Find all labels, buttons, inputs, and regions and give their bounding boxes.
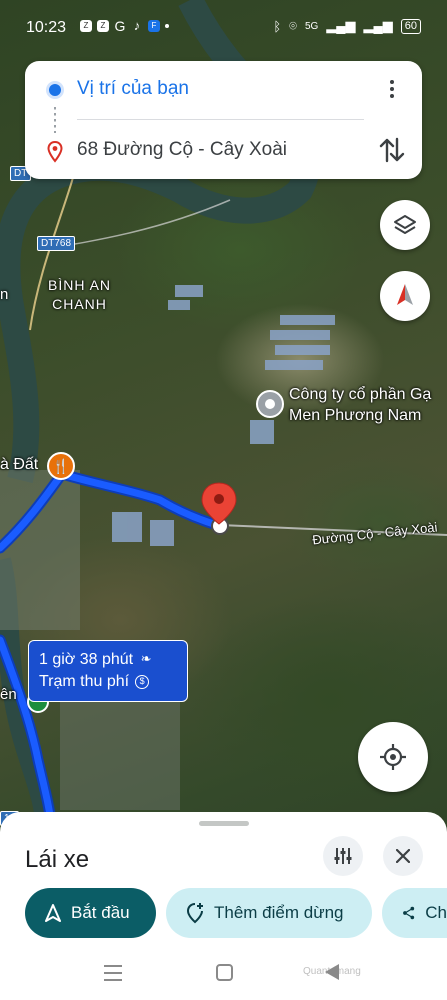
close-icon bbox=[396, 849, 410, 863]
destination-pin-icon bbox=[47, 141, 63, 163]
tune-icon bbox=[334, 848, 352, 864]
zalo-icon: Z bbox=[97, 20, 109, 32]
origin-dot-icon bbox=[49, 84, 61, 96]
road-badge: DT768 bbox=[37, 236, 76, 251]
travel-mode-title: Lái xe bbox=[25, 846, 90, 873]
add-stop-button[interactable]: Thêm điểm dừng bbox=[166, 888, 372, 938]
share-label: Ch bbox=[425, 903, 447, 922]
town-area bbox=[0, 470, 80, 630]
close-button[interactable] bbox=[383, 836, 423, 876]
start-label: Bắt đầu bbox=[71, 903, 130, 922]
bluetooth-icon: ᛒ bbox=[273, 18, 282, 34]
origin-input[interactable]: Vị trí của bạn bbox=[77, 78, 189, 100]
area-label: BÌNH AN CHANH bbox=[48, 277, 112, 312]
toll-icon: $ bbox=[135, 675, 150, 689]
compass-button[interactable] bbox=[380, 271, 430, 321]
share-button[interactable]: Ch bbox=[382, 888, 447, 938]
route-info-bubble[interactable]: 1 giờ 38 phút ❧ Trạm thu phí $ bbox=[28, 640, 188, 702]
tiktok-icon: ♪ bbox=[133, 18, 141, 33]
directions-card: Vị trí của bạn 68 Đường Cộ - Cây Xoài bbox=[25, 61, 422, 179]
notification-icons: Z Z G ♪ F bbox=[80, 18, 169, 34]
recent-apps-button[interactable] bbox=[104, 965, 122, 981]
my-location-button[interactable] bbox=[358, 722, 428, 792]
more-options-button[interactable] bbox=[380, 75, 404, 103]
home-button[interactable] bbox=[216, 964, 233, 981]
edge-label: ên bbox=[0, 686, 17, 703]
layers-button[interactable] bbox=[380, 200, 430, 250]
add-stop-label: Thêm điểm dừng bbox=[214, 903, 344, 922]
restaurant-icon[interactable]: 🍴 bbox=[47, 452, 75, 480]
connector-dots bbox=[54, 107, 56, 133]
destination-input[interactable]: 68 Đường Cộ - Cây Xoài bbox=[77, 139, 287, 161]
battery-icon: 60 bbox=[400, 18, 421, 34]
app-icon: F bbox=[148, 20, 160, 32]
signal-icon: ▂▄▆ bbox=[363, 18, 393, 33]
add-location-icon bbox=[186, 903, 203, 924]
share-icon bbox=[403, 906, 415, 920]
network-type: 5G bbox=[304, 20, 319, 32]
company-label-line2[interactable]: Men Phương Nam bbox=[289, 407, 421, 425]
crosshair-icon bbox=[380, 744, 406, 770]
dot-icon bbox=[165, 24, 169, 28]
layers-icon bbox=[394, 215, 416, 234]
signal-icon: ▂▄▆ bbox=[326, 18, 356, 33]
status-bar: 10:23 Z Z G ♪ F ᛒ ⌾ 5G ▂▄▆ ▂▄▆ 60 bbox=[0, 0, 447, 56]
food-place-label[interactable]: à Đất bbox=[0, 456, 38, 474]
location-icon: ⌾ bbox=[289, 18, 297, 33]
route-duration: 1 giờ 38 phút bbox=[39, 651, 134, 668]
town-area bbox=[60, 700, 180, 810]
status-time: 10:23 bbox=[26, 19, 67, 36]
google-icon: G bbox=[114, 18, 126, 34]
system-icons: ᛒ ⌾ 5G ▂▄▆ ▂▄▆ 60 bbox=[273, 18, 421, 34]
company-label-line1[interactable]: Công ty cổ phần Gạ bbox=[289, 386, 431, 404]
divider bbox=[77, 119, 364, 120]
system-nav-bar: Quantrimang bbox=[0, 950, 447, 1000]
edge-label: n bbox=[0, 286, 9, 303]
compass-icon bbox=[397, 284, 413, 305]
zalo-icon: Z bbox=[80, 20, 92, 32]
route-options-button[interactable] bbox=[323, 836, 363, 876]
eco-leaf-icon: ❧ bbox=[140, 651, 152, 666]
start-button[interactable]: Bắt đầu bbox=[25, 888, 156, 938]
toll-label: Trạm thu phí bbox=[39, 673, 130, 690]
company-poi-icon[interactable] bbox=[256, 390, 284, 418]
navigation-arrow-icon bbox=[45, 904, 61, 922]
back-button[interactable] bbox=[325, 964, 339, 980]
sheet-grabber[interactable] bbox=[199, 821, 249, 826]
swap-icon[interactable] bbox=[378, 135, 406, 165]
